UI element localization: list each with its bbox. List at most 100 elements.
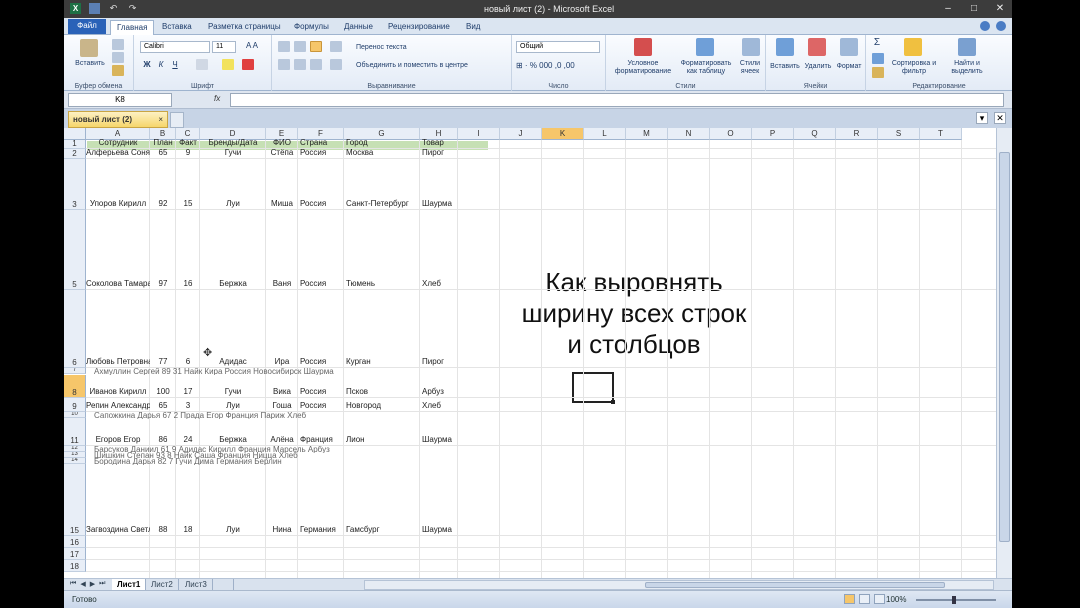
cell-b11[interactable]: 86	[150, 435, 176, 445]
column-header-q[interactable]: Q	[794, 128, 836, 140]
cell-a3[interactable]: Упоров Кирилл	[86, 199, 150, 209]
align-top-icon[interactable]	[278, 41, 290, 52]
cell-a5[interactable]: Соколова Тамара	[86, 279, 150, 289]
align-bottom-icon[interactable]	[310, 41, 322, 52]
workbook-close-button-icon[interactable]: ✕	[994, 112, 1006, 124]
cell-g8[interactable]: Псков	[344, 387, 420, 397]
autosum-icon[interactable]: Σ	[872, 38, 882, 48]
cell-b1[interactable]: План	[150, 138, 176, 148]
column-header-n[interactable]: N	[668, 128, 710, 140]
cell-c6[interactable]: 6	[176, 357, 200, 367]
workbook-close-icon[interactable]: ×	[158, 112, 163, 127]
borders-icon[interactable]	[196, 59, 208, 70]
tab-review[interactable]: Рецензирование	[382, 20, 456, 35]
paste-icon[interactable]	[80, 39, 98, 57]
row-header-1[interactable]: 1	[64, 140, 86, 149]
workbook-tab[interactable]: новый лист (2) ×	[68, 111, 168, 128]
cell-f1[interactable]: Страна	[298, 138, 344, 148]
column-header-i[interactable]: I	[458, 128, 500, 140]
redo-icon[interactable]: ↷	[127, 3, 138, 14]
cell-d9[interactable]: Луи	[200, 401, 266, 411]
clear-icon[interactable]	[872, 67, 884, 78]
cell-c5[interactable]: 16	[176, 279, 200, 289]
cell-h9[interactable]: Хлеб	[420, 401, 458, 411]
fill-color-icon[interactable]	[222, 59, 234, 70]
format-cells-button[interactable]: Формат	[834, 63, 864, 71]
row-header-8[interactable]: 8	[64, 375, 86, 398]
align-middle-icon[interactable]	[294, 41, 306, 52]
zoom-slider-knob[interactable]	[952, 596, 956, 604]
cell-d15[interactable]: Луи	[200, 525, 266, 535]
cell-d5[interactable]: Бержка	[200, 279, 266, 289]
orientation-icon[interactable]	[330, 41, 342, 52]
column-header-s[interactable]: S	[878, 128, 920, 140]
close-icon[interactable]: ✕	[992, 0, 1008, 18]
cell-a9[interactable]: Репин Александр	[86, 401, 150, 411]
cell-d11[interactable]: Бержка	[200, 435, 266, 445]
cell-a2[interactable]: Алферьева Соня	[86, 148, 150, 158]
save-icon[interactable]	[89, 3, 100, 14]
select-all-corner[interactable]	[64, 128, 86, 140]
cell-f11[interactable]: Франция	[298, 435, 344, 445]
conditional-format-button[interactable]: Условное форматирование	[610, 60, 676, 76]
cell-a6[interactable]: Любовь Петровна	[86, 357, 150, 367]
new-workbook-tab[interactable]	[170, 112, 184, 128]
cell-e1[interactable]: ФИО	[266, 138, 298, 148]
row-header-16[interactable]: 16	[64, 536, 86, 548]
underline-button[interactable]: Ч	[170, 61, 180, 69]
cell-c11[interactable]: 24	[176, 435, 200, 445]
spreadsheet-grid[interactable]: ✥ Как выровнять ширину всех строк и стол…	[64, 128, 996, 578]
row-header-2[interactable]: 2	[64, 149, 86, 159]
cell-c8[interactable]: 17	[176, 387, 200, 397]
cell-e11[interactable]: Алёна	[266, 435, 298, 445]
cell-a15[interactable]: Загвоздина Светлана	[86, 525, 150, 535]
cell-d6[interactable]: Адидас	[200, 357, 266, 367]
font-size-select[interactable]: 11	[212, 41, 236, 53]
cell-h6[interactable]: Пирог	[420, 357, 458, 367]
column-header-l[interactable]: L	[584, 128, 626, 140]
cell-h15[interactable]: Шаурма	[420, 525, 458, 535]
cell-h11[interactable]: Шаурма	[420, 435, 458, 445]
align-right-icon[interactable]	[310, 59, 322, 70]
row-header-17[interactable]: 17	[64, 548, 86, 560]
number-format-icons[interactable]: ⊞ · % 000 ,0 ,00	[516, 62, 600, 70]
row-header-7[interactable]: 7	[64, 368, 86, 374]
cell-b8[interactable]: 100	[150, 387, 176, 397]
zoom-level[interactable]: 100%	[886, 595, 906, 604]
insert-cells-icon[interactable]	[776, 38, 794, 56]
indent-icon[interactable]	[330, 59, 342, 70]
row-header-6[interactable]: 6	[64, 290, 86, 368]
cell-h3[interactable]: Шаурма	[420, 199, 458, 209]
cell-a8[interactable]: Иванов Кирилл	[86, 387, 150, 397]
find-select-button[interactable]: Найти и выделить	[942, 60, 992, 76]
column-header-m[interactable]: M	[626, 128, 668, 140]
cell-c15[interactable]: 18	[176, 525, 200, 535]
format-as-table-icon[interactable]	[696, 38, 714, 56]
paste-button[interactable]: Вставить	[70, 60, 110, 68]
sort-filter-button[interactable]: Сортировка и фильтр	[888, 60, 940, 76]
cell-g1[interactable]: Город	[344, 138, 420, 148]
cell-g2[interactable]: Москва	[344, 148, 420, 158]
cell-g5[interactable]: Тюмень	[344, 279, 420, 289]
formula-input[interactable]	[230, 93, 1004, 107]
cell-d3[interactable]: Луи	[200, 199, 266, 209]
column-header-t[interactable]: T	[920, 128, 962, 140]
cell-b3[interactable]: 92	[150, 199, 176, 209]
cell-styles-icon[interactable]	[742, 38, 760, 56]
row-header-14[interactable]: 14	[64, 458, 86, 464]
cell-a11[interactable]: Егоров Егор	[86, 435, 150, 445]
page-layout-view-icon[interactable]	[859, 594, 870, 604]
cell-g3[interactable]: Санкт-Петербург	[344, 199, 420, 209]
horizontal-scrollbar[interactable]	[364, 580, 994, 590]
cell-e9[interactable]: Гоша	[266, 401, 298, 411]
row-header-18[interactable]: 18	[64, 560, 86, 572]
minimize-icon[interactable]: –	[940, 0, 956, 18]
font-color-icon[interactable]	[242, 59, 254, 70]
selected-cell-k8[interactable]	[572, 372, 615, 404]
cell-c1[interactable]: Факт	[176, 138, 200, 148]
row-header-9[interactable]: 9	[64, 398, 86, 412]
cell-f3[interactable]: Россия	[298, 199, 344, 209]
cut-icon[interactable]	[112, 39, 124, 50]
vertical-scroll-thumb[interactable]	[999, 152, 1010, 542]
help-icon[interactable]	[996, 21, 1006, 31]
